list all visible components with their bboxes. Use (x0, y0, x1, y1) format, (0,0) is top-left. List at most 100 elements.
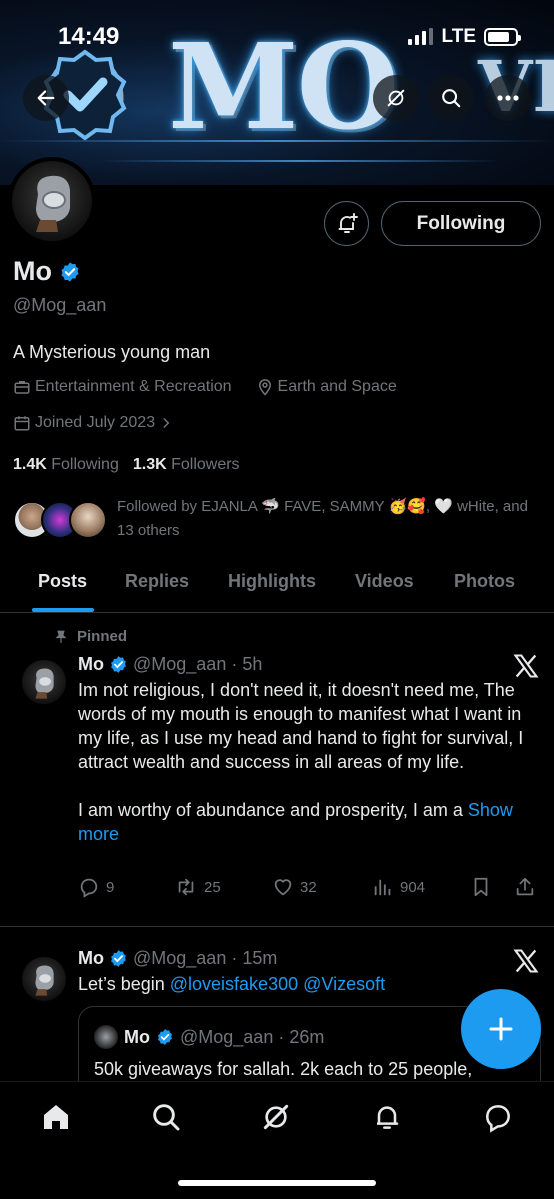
views-action[interactable]: 904 (372, 876, 425, 898)
briefcase-icon (14, 381, 30, 394)
profile-name-row: Mo (13, 256, 81, 287)
grok-icon (263, 1104, 289, 1130)
calendar-icon (14, 416, 30, 431)
bookmark-action[interactable] (470, 876, 492, 898)
verified-badge-icon (111, 656, 126, 673)
post-text-prefix: Let’s begin (78, 974, 170, 994)
repost-count: 25 (204, 878, 221, 896)
tab-replies[interactable]: Replies (125, 571, 189, 592)
post-header: Mo @Mog_aan · 5h (78, 654, 262, 675)
bell-icon (377, 1106, 399, 1129)
grok-icon (387, 89, 405, 107)
joined-row[interactable]: Joined July 2023 (13, 414, 173, 432)
fist-ring-icon (35, 668, 54, 699)
repost-action[interactable]: 25 (174, 876, 221, 898)
following-label: Following (51, 456, 119, 473)
more-icon (497, 95, 519, 101)
fist-ring-icon (36, 175, 70, 232)
compose-button[interactable] (461, 989, 541, 1069)
nav-notifications[interactable] (370, 1100, 404, 1134)
battery-icon (484, 28, 521, 46)
post-handle-time: @Mog_aan · 5h (133, 654, 263, 674)
active-tab-indicator (32, 608, 94, 612)
status-time: 14:49 (58, 23, 120, 50)
home-indicator[interactable] (178, 1180, 376, 1186)
post-paragraph: Im not religious, I don't need it, it do… (78, 680, 524, 772)
share-action[interactable] (514, 876, 536, 898)
notifications-toggle-button[interactable] (324, 201, 369, 246)
nav-home[interactable] (39, 1100, 73, 1134)
profile-joined: Joined July 2023 (35, 414, 156, 431)
bookmark-icon (474, 877, 488, 897)
profile-tabs: Posts Replies Highlights Videos Photos (0, 560, 554, 613)
quote-text: 50k giveaways for sallah. 2k each to 25 … (94, 1059, 473, 1079)
following-stat[interactable]: 1.4K Following (13, 456, 119, 474)
reply-icon (80, 878, 98, 898)
views-chart-icon (374, 879, 391, 896)
reply-count: 9 (106, 878, 115, 896)
nav-search[interactable] (149, 1100, 183, 1134)
messages-icon (486, 1105, 510, 1133)
profile-handle: @Mog_aan (13, 295, 107, 315)
grok-button[interactable] (373, 75, 419, 121)
x-logo-icon[interactable] (512, 947, 540, 975)
home-icon (44, 1105, 68, 1129)
follower-avatar (69, 501, 107, 539)
tab-highlights[interactable]: Highlights (228, 571, 316, 592)
mention-link[interactable]: @loveisfake300 (170, 974, 298, 994)
tab-videos[interactable]: Videos (355, 571, 414, 592)
quote-header: Mo @Mog_aan · 26m (94, 1025, 324, 1049)
post-avatar[interactable] (22, 660, 66, 704)
tab-photos[interactable]: Photos (454, 571, 515, 592)
post-paragraph-2: I am worthy of abundance and prosperity,… (78, 798, 548, 846)
x-logo-icon[interactable] (512, 652, 540, 680)
plus-icon (489, 1017, 513, 1041)
repost-icon (178, 878, 194, 896)
profile-bio: A Mysterious young man (13, 342, 211, 362)
quote-avatar (94, 1025, 118, 1049)
followed-by-text[interactable]: Followed by EJANLA 🦈 FAVE, SAMMY 🥳🥰, 🤍 w… (117, 495, 537, 543)
verified-badge-icon (111, 950, 126, 967)
like-count: 32 (300, 878, 317, 896)
quote-handle-time: @Mog_aan · 26m (180, 1026, 325, 1047)
post-handle-time: @Mog_aan · 15m (133, 948, 278, 968)
verified-badge-icon[interactable] (59, 261, 81, 283)
more-button[interactable] (485, 75, 531, 121)
location-pin-icon (258, 379, 271, 396)
avatar-image (12, 161, 92, 241)
pin-icon (55, 630, 67, 643)
post-text-continued: I am worthy of abundance and prosperity,… (78, 800, 468, 820)
nav-messages[interactable] (481, 1100, 515, 1134)
followers-count: 1.3K (132, 456, 167, 473)
chevron-right-icon (163, 418, 170, 428)
share-icon (516, 877, 534, 896)
back-button[interactable] (23, 75, 69, 121)
tab-posts[interactable]: Posts (38, 571, 87, 592)
nav-grok[interactable] (259, 1100, 293, 1134)
followers-stat[interactable]: 1.3K Followers (133, 456, 240, 474)
profile-category: Entertainment & Recreation (35, 378, 232, 395)
like-action[interactable]: 32 (272, 876, 317, 898)
pinned-indicator: Pinned (54, 628, 127, 645)
post-author-name[interactable]: Mo (78, 948, 104, 969)
pinned-label: Pinned (77, 628, 128, 645)
reply-action[interactable]: 9 (78, 876, 114, 898)
network-type: LTE (441, 26, 476, 47)
post-text: Im not religious, I don't need it, it do… (78, 678, 548, 846)
post-avatar[interactable] (22, 957, 66, 1001)
search-button[interactable] (428, 75, 474, 121)
banner-light-streak (100, 160, 500, 162)
profile-avatar[interactable] (8, 157, 96, 245)
search-icon (153, 1104, 180, 1131)
followers-label: Followers (171, 456, 240, 473)
heart-icon (274, 879, 292, 896)
post-author-name[interactable]: Mo (78, 654, 104, 675)
views-count: 904 (400, 878, 426, 896)
following-button[interactable]: Following (381, 201, 541, 246)
post-header: Mo @Mog_aan · 15m (78, 948, 277, 969)
mention-link[interactable]: @Vizesoft (303, 974, 385, 994)
quote-author-name: Mo (124, 1026, 150, 1047)
pinned-post[interactable]: Pinned Mo @Mog_aan · 5h Im not religious… (0, 614, 554, 926)
signal-icon (407, 28, 433, 45)
profile-name: Mo (13, 256, 52, 286)
